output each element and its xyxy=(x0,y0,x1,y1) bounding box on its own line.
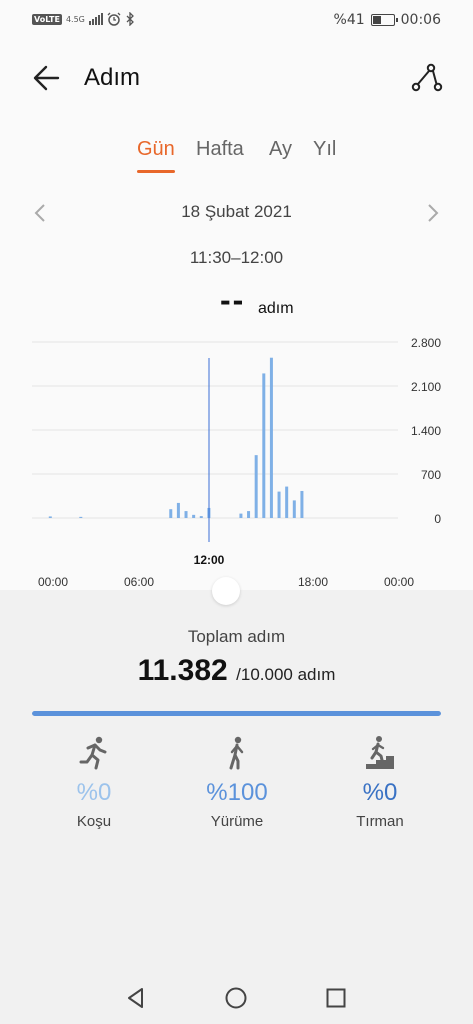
goal-progress-bar xyxy=(32,711,441,716)
total-steps: 11.382 xyxy=(137,654,228,687)
y-tick-label: 2.800 xyxy=(411,336,441,350)
y-tick-label: 1.400 xyxy=(411,424,441,438)
x-tick-label: 06:00 xyxy=(124,575,154,589)
network-type: 4.5G xyxy=(65,14,85,24)
y-tick-label: 2.100 xyxy=(411,380,441,394)
chart-bar xyxy=(285,486,289,518)
x-tick-label: 18:00 xyxy=(298,575,328,589)
nav-recent-icon[interactable] xyxy=(322,984,350,1012)
panel-drag-handle[interactable] xyxy=(212,577,240,605)
chart-bar xyxy=(277,491,281,518)
selected-reading: -- adım xyxy=(0,282,473,322)
date-label: 18 Şubat 2021 xyxy=(181,202,292,221)
climbing-label: Tırman xyxy=(356,813,404,830)
total-row: 11.382 /10.000 adım xyxy=(0,654,473,688)
chart-bar xyxy=(300,490,304,518)
battery-icon xyxy=(370,14,398,26)
y-tick-label: 0 xyxy=(434,512,441,526)
walking-label: Yürüme xyxy=(210,813,264,830)
alarm-icon xyxy=(107,12,121,26)
chart-bar xyxy=(184,511,188,518)
reading-unit: adım xyxy=(258,300,294,317)
system-nav-bar xyxy=(0,968,473,1024)
y-tick-label: 700 xyxy=(421,468,441,482)
active-tab-indicator xyxy=(137,170,175,173)
nav-home-icon[interactable] xyxy=(222,984,250,1012)
signal-icon xyxy=(88,13,103,25)
goal-progress-fill xyxy=(32,711,441,716)
goal-steps: /10.000 adım xyxy=(236,665,336,684)
chart-bar xyxy=(292,500,296,518)
walking-percent: %100 xyxy=(206,779,268,806)
bluetooth-icon xyxy=(126,12,134,26)
status-bar: VoLTE 4.5G %41 00:06 xyxy=(0,0,473,40)
walking-icon xyxy=(229,736,244,770)
battery-percent: %41 xyxy=(333,12,365,28)
activity-walking: %100 Yürüme xyxy=(177,735,297,830)
clock: 00:06 xyxy=(400,12,441,28)
chart-bar xyxy=(192,514,196,518)
x-tick-label: 00:00 xyxy=(38,575,68,589)
nav-back-icon[interactable] xyxy=(122,984,150,1012)
chart-bar xyxy=(169,509,173,518)
running-percent: %0 xyxy=(76,779,112,806)
date-navigator: 18 Şubat 2021 xyxy=(0,198,473,228)
chart-bar xyxy=(269,357,273,518)
chart-bar xyxy=(199,516,203,518)
chart-bar xyxy=(262,373,266,518)
time-range: 11:30–12:00 xyxy=(189,248,284,267)
reading-value: -- xyxy=(220,282,246,318)
chart-bar xyxy=(239,513,243,518)
activity-climbing: %0 Tırman xyxy=(320,735,440,830)
period-tabs: Gün Hafta Ay Yıl xyxy=(0,138,473,178)
chart-bar xyxy=(176,502,180,518)
page-title: Adım xyxy=(84,64,141,91)
chart-bar xyxy=(48,516,52,518)
running-icon xyxy=(79,736,107,770)
total-label: Toplam adım xyxy=(187,627,286,646)
running-label: Koşu xyxy=(76,813,112,830)
tab-year[interactable]: Yıl xyxy=(313,138,336,161)
tab-week[interactable]: Hafta xyxy=(196,138,244,161)
tab-day[interactable]: Gün xyxy=(137,138,175,161)
back-arrow-icon[interactable] xyxy=(30,61,64,95)
share-icon[interactable] xyxy=(409,61,443,95)
app-bar: Adım xyxy=(0,55,473,101)
x-tick-label: 00:00 xyxy=(384,575,414,589)
step-chart[interactable]: 2.800 2.100 1.400 700 0 12:00 00:00 06:00 18:00 0… xyxy=(0,330,473,595)
climbing-percent: %0 xyxy=(362,779,398,806)
volte-badge: VoLTE xyxy=(32,13,62,25)
activity-running: %0 Koşu xyxy=(34,735,154,830)
chart-bar xyxy=(254,455,258,518)
chart-bar xyxy=(247,511,251,518)
chart-svg: 2.800 2.100 1.400 700 0 12:00 00:00 06:00 18:00 0… xyxy=(32,336,441,589)
tab-month[interactable]: Ay xyxy=(269,138,292,161)
chart-bar xyxy=(79,516,83,518)
selected-time-label: 12:00 xyxy=(194,553,225,567)
chevron-right-icon[interactable] xyxy=(423,202,443,224)
climbing-icon xyxy=(366,736,394,769)
